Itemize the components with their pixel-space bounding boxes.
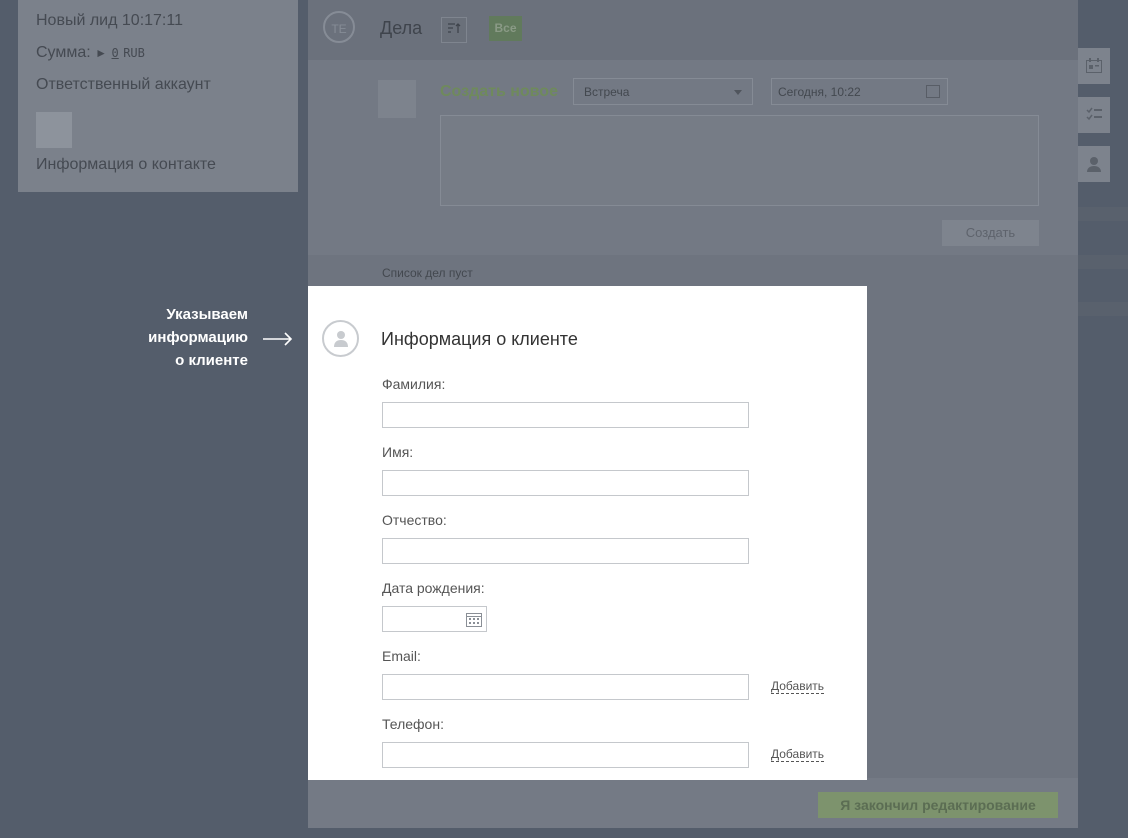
create-avatar (378, 80, 416, 118)
client-info-title: Информация о клиенте (381, 329, 578, 349)
email-label: Email: (382, 648, 421, 664)
phone-input[interactable] (382, 742, 749, 768)
annotation-line: о клиенте (175, 352, 248, 369)
middle-name-label: Отчество: (382, 512, 447, 528)
deals-title: Дела (380, 18, 423, 38)
deal-type-select[interactable]: Встреча (573, 78, 753, 105)
birth-date-input[interactable] (382, 606, 487, 632)
responsible-account[interactable]: Ответственный аккаунт (36, 76, 211, 94)
create-deal-area: Создать новое Встреча Сегодня, 10:22 Соз… (308, 60, 1078, 255)
sum-value[interactable]: 0 (112, 46, 119, 60)
contact-info-heading: Информация о контакте (36, 156, 216, 173)
side-divider (1078, 255, 1128, 269)
add-phone-link[interactable]: Добавить (771, 747, 825, 762)
sum-label: Сумма: (36, 44, 91, 61)
client-info-section: Информация о клиенте Фамилия: Имя: Отчес… (308, 286, 867, 780)
first-name-input[interactable] (382, 470, 749, 496)
avatar (36, 112, 72, 148)
deals-header: TE Дела Все (308, 0, 1078, 60)
annotation-line: информацию (148, 329, 248, 346)
create-button[interactable]: Создать (942, 220, 1039, 246)
chevron-down-icon (734, 90, 742, 95)
deals-icon: TE (323, 11, 355, 43)
client-avatar-icon (322, 320, 359, 357)
card-icon (1086, 58, 1102, 73)
first-name-label: Имя: (382, 444, 414, 460)
annotation-line: Указываем (166, 306, 248, 323)
annotation-text: Указываем информацию о клиенте (120, 303, 248, 372)
deal-type-value: Встреча (584, 85, 630, 99)
deal-description-textarea[interactable] (440, 115, 1039, 206)
empty-list-text: Список дел пуст (382, 266, 473, 280)
user-icon (1087, 157, 1101, 172)
sum-currency: RUB (123, 46, 145, 60)
arrow-right-icon (263, 332, 293, 346)
sort-icon (448, 23, 461, 33)
add-email-link[interactable]: Добавить (771, 679, 825, 694)
lead-title: Новый лид 10:17:11 (36, 12, 183, 29)
side-list-button[interactable] (1078, 97, 1110, 133)
phone-label: Телефон: (382, 716, 444, 732)
sort-button[interactable] (441, 17, 467, 43)
birth-date-label: Дата рождения: (382, 580, 485, 596)
footer-bar: Я закончил редактирование (308, 778, 1078, 828)
calendar-icon[interactable] (466, 612, 482, 627)
middle-name-input[interactable] (382, 538, 749, 564)
side-contact-button[interactable] (1078, 146, 1110, 182)
filter-all-button[interactable]: Все (489, 16, 522, 41)
deal-date-value: Сегодня, 10:22 (778, 85, 861, 99)
lead-sum: Сумма: ► 0 RUB (36, 44, 145, 62)
lead-card: Новый лид 10:17:11 Сумма: ► 0 RUB Ответс… (18, 0, 298, 192)
side-calendar-button[interactable] (1078, 48, 1110, 84)
last-name-label: Фамилия: (382, 376, 446, 392)
deal-date-input[interactable]: Сегодня, 10:22 (771, 78, 948, 105)
finish-editing-button[interactable]: Я закончил редактирование (818, 792, 1058, 818)
calendar-icon[interactable] (926, 85, 940, 98)
last-name-input[interactable] (382, 402, 749, 428)
side-divider (1078, 302, 1128, 316)
checklist-icon (1086, 107, 1102, 121)
side-divider (1078, 207, 1128, 221)
price-tag-icon: ► (95, 46, 108, 60)
create-new-label: Создать новое (440, 83, 558, 100)
email-input[interactable] (382, 674, 749, 700)
person-icon (334, 331, 348, 347)
